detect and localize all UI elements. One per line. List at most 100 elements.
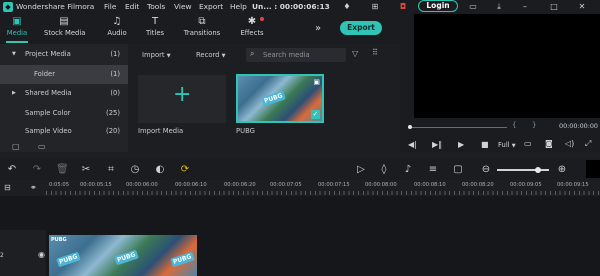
record-dropdown[interactable]: Record ▼	[196, 48, 226, 63]
title-bar: ◆ Wondershare Filmora File Edit Tools Vi…	[0, 0, 600, 14]
auto-reframe-icon[interactable]: ⟳	[179, 164, 191, 176]
audio-mixer-icon[interactable]: ≡	[427, 164, 439, 176]
quality-dropdown[interactable]: Full ▼	[498, 141, 516, 149]
tab-audio[interactable]: ♫ Audio	[102, 14, 132, 44]
volume-icon[interactable]: ◁)	[565, 139, 574, 148]
download-icon[interactable]: ⤓	[494, 2, 504, 12]
sidebar-item-sample-color[interactable]: Sample Color (25)	[0, 104, 128, 123]
visibility-eye-icon[interactable]: ◉	[38, 250, 45, 259]
maximize-icon[interactable]: □	[549, 2, 559, 12]
sidebar-item-folder[interactable]: Folder (1)	[0, 65, 128, 84]
render-icon[interactable]: ▷	[355, 164, 367, 176]
add-icon: +	[173, 82, 192, 107]
crop-icon[interactable]: ⌗	[105, 164, 117, 176]
sidebar-item-shared-media[interactable]: ▶ Shared Media (0)	[0, 84, 128, 103]
link-icon[interactable]: ⚭	[30, 183, 37, 192]
sidebar-item-count: (25)	[106, 109, 120, 117]
collapse-triangle-icon[interactable]: ▼	[12, 45, 16, 64]
zoom-out-icon[interactable]: ⊖	[480, 164, 492, 176]
mark-in-icon[interactable]: {	[512, 121, 516, 129]
image-type-icon: ▣	[313, 78, 320, 86]
undo-icon[interactable]: ↶	[6, 164, 18, 176]
timeline-ruler[interactable]: ⊟ ⚭ 0:05:05 00:00:05:15 00:00:06:00 00:0…	[0, 180, 600, 196]
new-folder-icon[interactable]: ▢	[12, 142, 20, 151]
menu-export[interactable]: Export	[199, 0, 223, 14]
effects-notification-dot	[260, 17, 264, 21]
sidebar-item-label: Folder	[34, 70, 56, 78]
tab-titles[interactable]: T Titles	[140, 14, 170, 44]
import-media-tile[interactable]: +	[138, 75, 226, 123]
display-icon[interactable]: ▭	[524, 139, 532, 148]
minimize-icon[interactable]: –	[520, 2, 530, 12]
menu-view[interactable]: View	[174, 0, 192, 14]
marker-icon[interactable]: ◊	[378, 164, 390, 176]
panel-edge	[586, 160, 600, 178]
zoom-slider-handle[interactable]	[535, 167, 541, 173]
pubg-media-thumbnail[interactable]: PUBG ▣ ✓	[236, 74, 324, 123]
media-icon: ▣	[12, 16, 22, 27]
delete-icon[interactable]: 🗑	[56, 164, 69, 176]
expand-triangle-icon[interactable]: ▶	[12, 84, 16, 103]
fullscreen-icon[interactable]: ⤢	[585, 139, 591, 149]
mark-out-icon[interactable]: }	[532, 121, 536, 129]
redo-icon[interactable]: ↷	[31, 164, 43, 176]
mic-icon[interactable]: ♪	[402, 164, 414, 176]
menu-help[interactable]: Help	[230, 0, 247, 14]
check-icon: ✓	[311, 110, 320, 119]
export-button[interactable]: Export	[340, 21, 382, 35]
filmora-window: ◆ Wondershare Filmora File Edit Tools Vi…	[0, 0, 600, 276]
cut-icon[interactable]: ✂	[80, 164, 92, 176]
thumbnail-text: PUBG	[261, 90, 286, 107]
import-media-label: Import Media	[138, 127, 184, 135]
clip-thumbnail-text: PUBG	[56, 251, 81, 268]
play-icon[interactable]: ▶	[458, 140, 464, 149]
effects-icon: ✱	[247, 16, 257, 27]
ruler-label: 00:00:09:15	[557, 182, 589, 188]
record-icon[interactable]: ◘	[398, 2, 408, 12]
snapshot-icon[interactable]: ◙	[545, 139, 553, 148]
sidebar-item-project-media[interactable]: ▼ Project Media (1)	[0, 45, 128, 64]
cart-icon[interactable]: ⊞	[370, 2, 380, 12]
track-number: 2	[0, 252, 4, 259]
tab-stock-media[interactable]: ▤ Stock Media	[44, 14, 85, 44]
add-track-icon[interactable]: ⊟	[4, 183, 11, 192]
ruler-label: 00:00:07:05	[270, 182, 302, 188]
menu-file[interactable]: File	[104, 0, 116, 14]
menu-edit[interactable]: Edit	[125, 0, 139, 14]
tab-transitions[interactable]: ⧉ Transitions	[183, 14, 221, 44]
preview-screen	[414, 14, 600, 118]
preview-scrubber[interactable]	[412, 127, 507, 128]
bookmark-icon[interactable]: ▭	[468, 2, 478, 12]
close-icon[interactable]: ✕	[577, 2, 587, 12]
search-icon: ⌕	[250, 49, 255, 58]
filmora-logo-icon: ◆	[3, 2, 13, 12]
search-box[interactable]: ⌕ Search media	[246, 48, 346, 62]
import-label: Import	[142, 51, 165, 59]
pubg-media-label: PUBG	[236, 127, 255, 135]
grid-view-icon[interactable]: ⠿	[372, 48, 378, 57]
sidebar-item-count: (0)	[110, 89, 120, 97]
timeline-clip[interactable]: PUBG PUBG PUBG PUBG	[49, 235, 197, 276]
zoom-in-icon[interactable]: ⊕	[556, 164, 568, 176]
menu-tools[interactable]: Tools	[147, 0, 165, 14]
prev-frame-icon[interactable]: ◀|	[408, 140, 417, 149]
more-tabs-icon[interactable]: »	[315, 23, 321, 34]
sidebar-item-label: Shared Media	[25, 89, 72, 97]
import-dropdown[interactable]: Import ▼	[142, 48, 171, 63]
color-icon[interactable]: ◐	[154, 164, 166, 176]
screenshot-icon[interactable]: ▢	[452, 164, 464, 176]
ruler-label: 0:05:05	[49, 182, 69, 188]
play-pause-icon[interactable]: ▶‖	[432, 140, 442, 149]
media-panel: Import ▼ Record ▼ ⌕ Search media ▽ ⠿ + I…	[130, 44, 398, 152]
stop-icon[interactable]: ■	[481, 140, 489, 149]
tab-media[interactable]: ▣ Media	[2, 14, 32, 44]
login-button[interactable]: Login	[418, 0, 458, 12]
sidebar-item-count: (1)	[110, 70, 120, 78]
search-input[interactable]: Search media	[263, 48, 310, 62]
sidebar-item-sample-video[interactable]: Sample Video (20)	[0, 122, 128, 141]
filter-icon[interactable]: ▽	[352, 49, 358, 58]
speed-icon[interactable]: ◷	[129, 164, 141, 176]
lightbulb-icon[interactable]: ♦	[342, 2, 352, 12]
folder-icon[interactable]: ▭	[38, 142, 46, 151]
zoom-slider[interactable]	[497, 169, 549, 171]
